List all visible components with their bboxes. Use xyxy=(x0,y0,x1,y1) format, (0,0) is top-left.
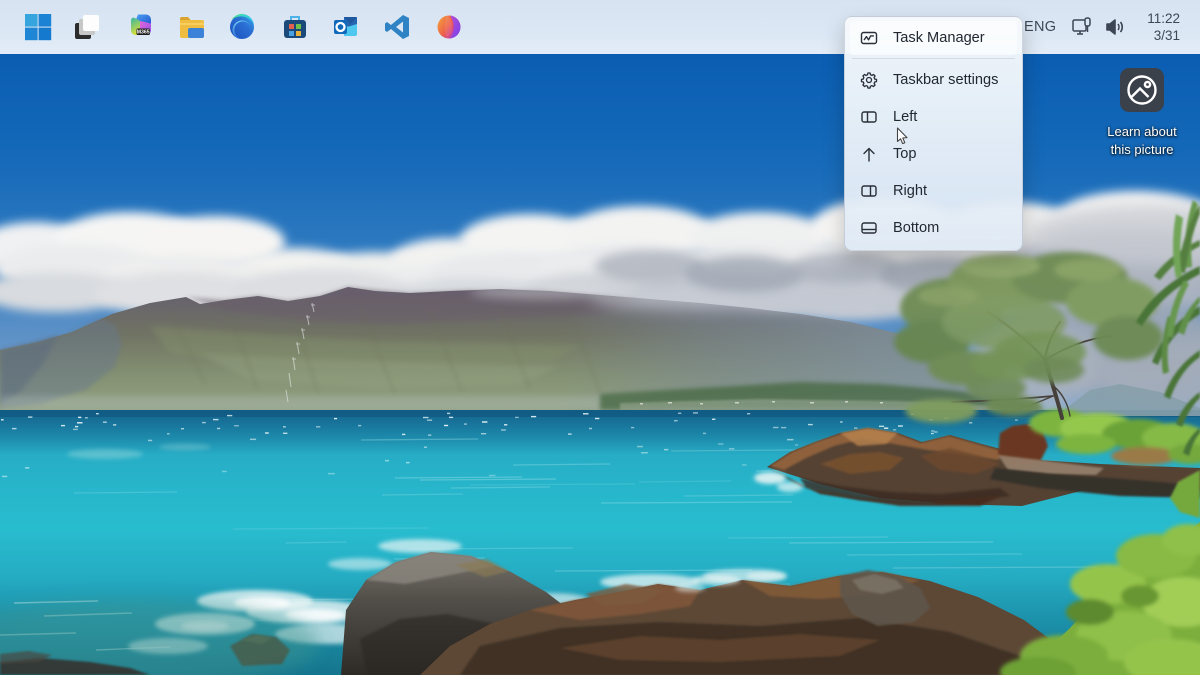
svg-text:M365: M365 xyxy=(137,30,150,36)
